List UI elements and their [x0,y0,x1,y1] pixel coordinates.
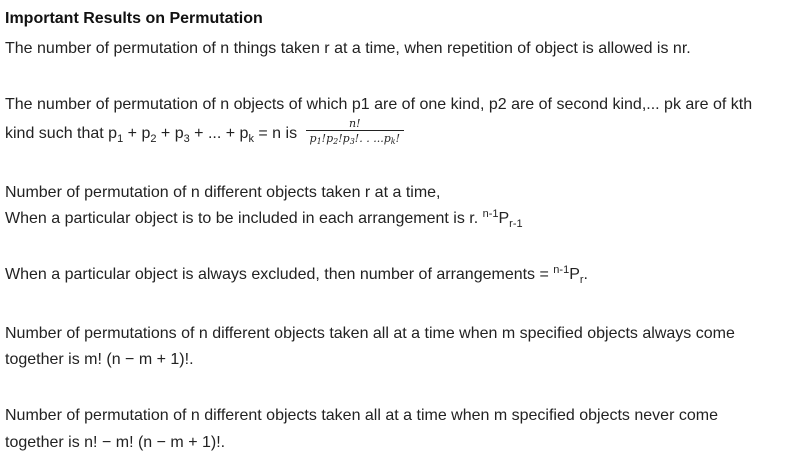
fraction-numerator: n! [349,117,361,130]
fraction-denominator: p1!p2!p3!. . ...pk! [305,130,405,146]
result-4-line: When a particular object is always exclu… [5,264,588,286]
result-3-sub: r-1 [509,218,523,230]
result-3-sup: n-1 [482,208,499,220]
result-2-prefix: kind such that p [5,125,118,143]
plus-pk: + ... + p [189,125,249,143]
result-3-line-1: Number of permutation of n different obj… [5,184,441,201]
article-section: Important Results on Permutation The num… [0,0,800,470]
result-4-end: . [583,266,588,283]
result-5-line-1: Number of permutations of n different ob… [5,325,735,342]
den-part-3: !. . ...p [354,132,391,145]
result-2-suffix: = n is [253,125,298,143]
result-4-p: P [569,266,580,283]
section-heading: Important Results on Permutation [5,10,263,27]
result-2-line-2: kind such that p1 + p2 + p3 + ... + pk =… [5,117,405,148]
result-1-text: The number of permutation of n things ta… [5,40,691,57]
result-5-line-2: together is m! (n − m + 1)!. [5,351,194,368]
result-4-text: When a particular object is always exclu… [5,266,554,283]
plus-p2: + p [123,125,151,143]
den-part-2: !p [338,132,350,145]
result-6-line-1: Number of permutation of n different obj… [5,407,718,424]
result-4-sup: n-1 [553,264,570,276]
den-part-1: !p [321,132,334,145]
den-end: ! [395,132,401,145]
result-3-line-2: When a particular object is to be includ… [5,208,523,230]
result-2-line-1: The number of permutation of n objects o… [5,96,753,113]
result-3-text: When a particular object is to be includ… [5,210,483,227]
multinomial-fraction: n! p1!p2!p3!. . ...pk! [305,117,405,146]
plus-p3: + p [156,125,184,143]
result-3-p: P [498,210,510,227]
result-6-line-2: together is n! − m! (n − m + 1)!. [5,434,226,451]
den-p: p [309,132,317,145]
